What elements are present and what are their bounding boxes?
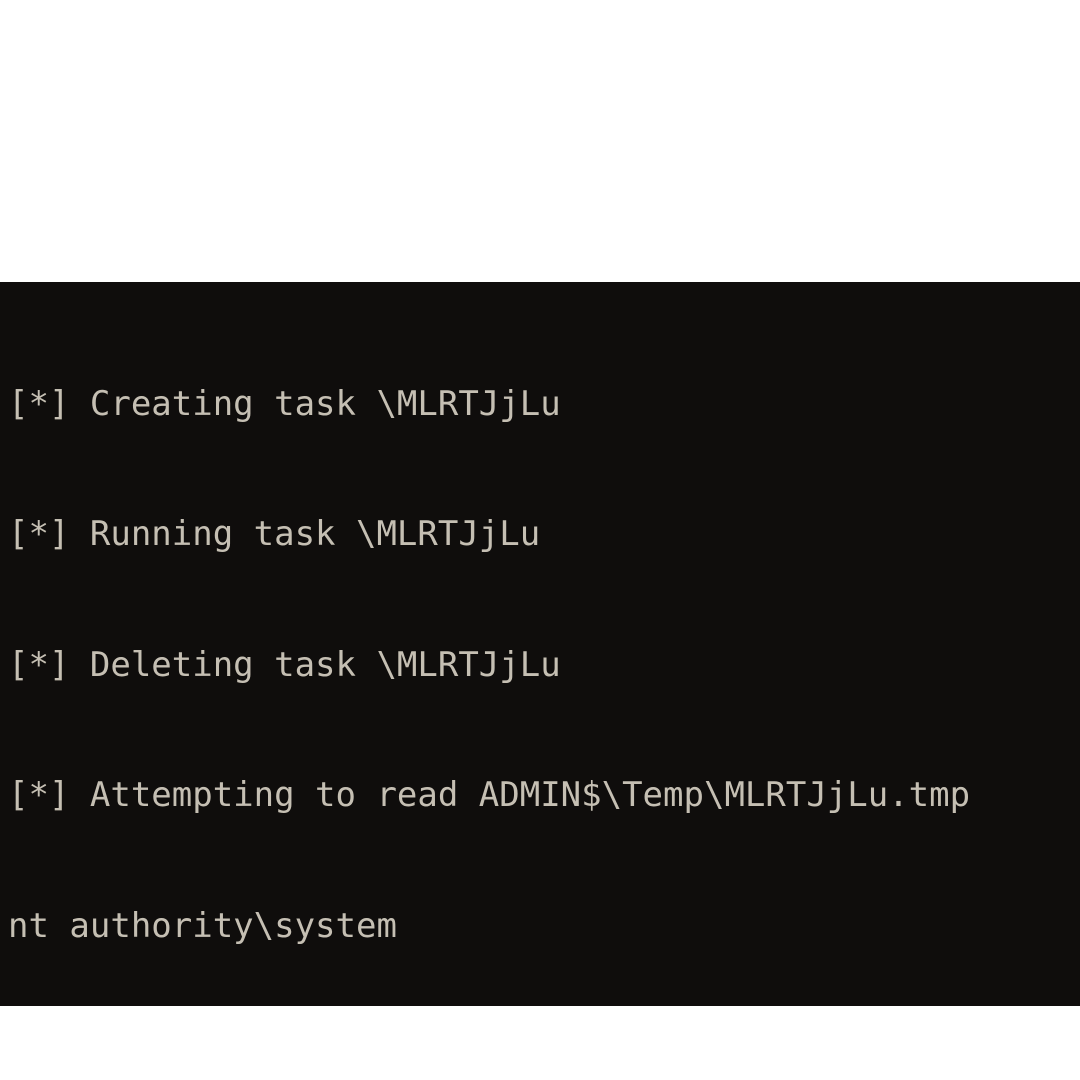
terminal-line: nt authority\system xyxy=(8,905,1072,949)
terminal-output: [*] Creating task \MLRTJjLu [*] Running … xyxy=(0,282,1080,1006)
terminal-line: [*] Creating task \MLRTJjLu xyxy=(8,383,1072,427)
terminal-line: [*] Attempting to read ADMIN$\Temp\MLRTJ… xyxy=(8,774,1072,818)
terminal-line: [*] Running task \MLRTJjLu xyxy=(8,513,1072,557)
terminal-line: [*] Deleting task \MLRTJjLu xyxy=(8,644,1072,688)
